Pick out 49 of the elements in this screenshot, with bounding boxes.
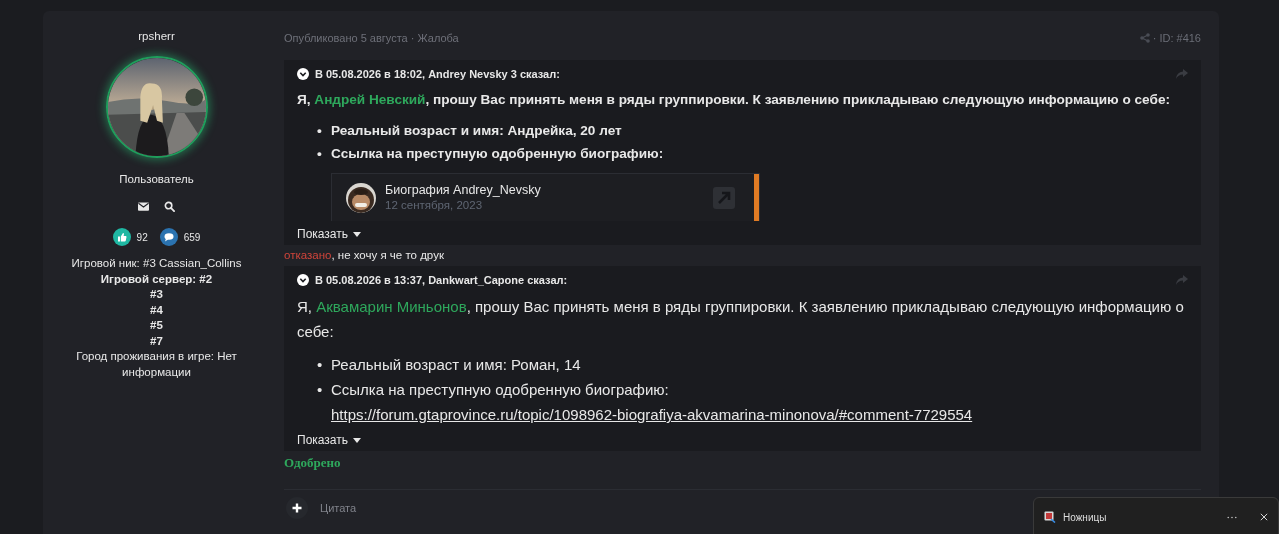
list-item: Ссылка на преступную одобренную биографию: bbox=[331, 380, 670, 400]
mention-link[interactable]: Андрей Невский bbox=[314, 92, 426, 107]
stat-count: 659 bbox=[183, 231, 201, 243]
plus-icon[interactable] bbox=[286, 497, 308, 519]
quote-header: В 05.08.2026 в 13:37, Dankwart_Capone сказал: bbox=[315, 274, 568, 286]
caret-icon bbox=[353, 437, 361, 443]
post-text: отказано, не хочу я че то друк bbox=[284, 248, 445, 263]
expand-button[interactable]: Показать bbox=[297, 221, 361, 245]
expand-button[interactable]: Показать bbox=[297, 427, 361, 451]
profile-field: Игровой ник: #3 Cassian_Collins bbox=[56, 256, 257, 272]
user-role: Пользователь bbox=[119, 172, 194, 186]
quote-header: В 05.08.2026 в 18:02, Andrey Nevsky 3 сказал: bbox=[315, 68, 560, 80]
mail-icon[interactable] bbox=[138, 201, 149, 212]
more-icon[interactable] bbox=[1227, 515, 1237, 519]
status-text: Одобрено bbox=[284, 455, 342, 471]
list-item: Ссылка на преступную одобренную биографию: bbox=[331, 145, 665, 163]
post-id: · ID: #416 bbox=[1152, 32, 1201, 44]
search-icon[interactable] bbox=[164, 201, 175, 212]
bullet: • bbox=[317, 380, 322, 400]
mention-link[interactable]: Аквамарин Миньонов bbox=[316, 298, 467, 315]
profile-field: Город проживания в игре: Нет информации bbox=[56, 349, 257, 380]
embed-date: 12 сентября, 2023 bbox=[385, 198, 484, 213]
list-item: Реальный возраст и имя: Роман, 14 bbox=[331, 355, 582, 375]
profile-field: #7 bbox=[56, 333, 257, 349]
quote-button[interactable]: Цитата bbox=[320, 502, 357, 514]
chevron-down-icon[interactable] bbox=[297, 68, 309, 80]
bullet: • bbox=[317, 145, 322, 163]
list-item: Реальный возраст и имя: Андрейка, 20 лет bbox=[331, 122, 623, 140]
stat-count: 92 bbox=[136, 231, 148, 243]
profile-field: #3 bbox=[56, 287, 257, 303]
profile-field: #5 bbox=[56, 318, 257, 334]
profile-field: Игровой сервер: #2 bbox=[56, 271, 257, 287]
close-icon[interactable] bbox=[1260, 513, 1268, 521]
profile-field: #4 bbox=[56, 302, 257, 318]
app-name: Ножницы bbox=[1063, 511, 1108, 523]
bullet: • bbox=[317, 122, 322, 140]
accent-bar bbox=[754, 174, 759, 221]
quote-paragraph: Я, Аквамарин Миньонов, прошу Вас принять меня в ряды группировки. К заявлению прикладываю следующую информацию о себе: bbox=[297, 297, 1185, 342]
embed-title: Биография Andrey_Nevsky bbox=[385, 182, 542, 198]
bullet: • bbox=[317, 355, 322, 375]
username-link[interactable]: rpsherr bbox=[138, 29, 175, 43]
chevron-down-icon[interactable] bbox=[297, 274, 309, 286]
url-link[interactable]: https://forum.gtaprovince.ru/topic/1098962-biografiya-akvamarina-minonova/#comment-7729554 bbox=[331, 402, 1188, 427]
caret-icon bbox=[353, 231, 361, 237]
embed-card[interactable]: Биография Andrey_Nevsky 12 сентября, 2023 bbox=[331, 173, 760, 221]
quote-paragraph: Я, Андрей Невский, прошу Вас принять меня в ряды группировки. К заявлению прикладываю следующую информацию о себе: bbox=[297, 91, 1171, 109]
thumbs-up-icon bbox=[112, 228, 131, 246]
speech-bubble-icon bbox=[159, 228, 178, 246]
post-meta: Опубликовано 5 августа · Жалоба bbox=[284, 32, 459, 44]
